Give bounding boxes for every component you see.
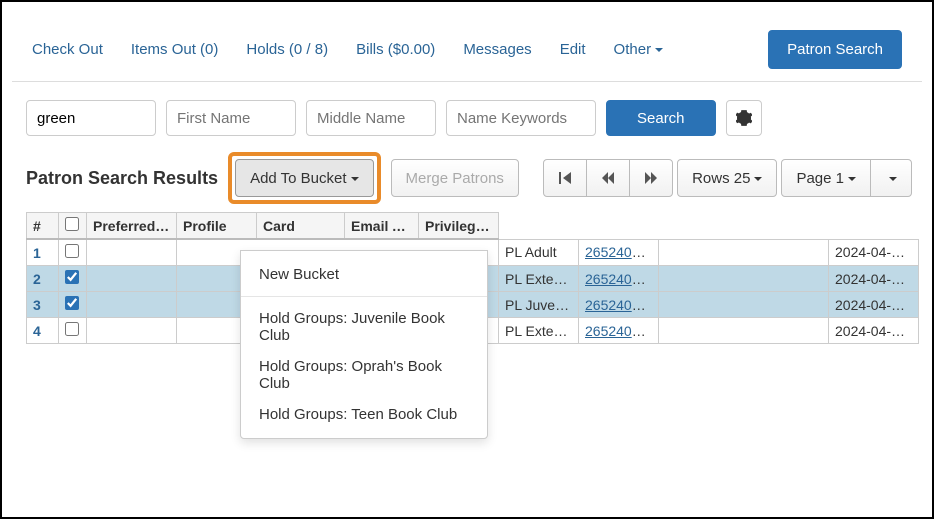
pager-first[interactable] — [543, 159, 587, 197]
topbar-nav: Check Out Items Out (0) Holds (0 / 8) Bi… — [32, 41, 768, 58]
nav-holds[interactable]: Holds (0 / 8) — [246, 41, 328, 58]
results-header: Patron Search Results Add To Bucket Merg… — [2, 146, 932, 204]
card-link[interactable]: 2652400… — [585, 323, 654, 339]
col-email[interactable]: Email Address — [345, 213, 419, 240]
search-button[interactable]: Search — [606, 100, 716, 136]
cell-privilege: 2024-04-… — [829, 318, 919, 344]
row-number: 3 — [27, 292, 59, 318]
cell-profile: PL Adult — [499, 239, 579, 266]
nav-messages[interactable]: Messages — [463, 41, 531, 58]
cell-email — [659, 318, 829, 344]
topbar: Check Out Items Out (0) Holds (0 / 8) Bi… — [12, 2, 922, 82]
nav-edit[interactable]: Edit — [560, 41, 586, 58]
card-link[interactable]: 2652400… — [585, 297, 654, 313]
row-select-cell[interactable] — [59, 239, 87, 266]
cell-pref-last — [87, 266, 177, 292]
page-dropdown[interactable]: Page 1 — [781, 159, 871, 197]
cell-privilege: 2024-04-… — [829, 266, 919, 292]
page-group: Page 1 — [781, 159, 912, 197]
add-to-bucket-button[interactable]: Add To Bucket — [235, 159, 373, 197]
row-number: 2 — [27, 266, 59, 292]
cell-pref-last — [87, 318, 177, 344]
chevron-down-icon — [885, 170, 897, 187]
pager: Rows 25 Page 1 — [543, 159, 912, 197]
row-select-checkbox[interactable] — [65, 296, 79, 310]
gear-icon — [736, 110, 752, 126]
menu-divider — [241, 296, 487, 297]
cell-privilege: 2024-04-… — [829, 292, 919, 318]
cell-email — [659, 239, 829, 266]
cell-card: 2652400… — [579, 266, 659, 292]
patron-search-button[interactable]: Patron Search — [768, 30, 902, 69]
menu-hold-group-teen[interactable]: Hold Groups: Teen Book Club — [241, 399, 487, 430]
app-frame: Check Out Items Out (0) Holds (0 / 8) Bi… — [0, 0, 934, 519]
merge-patrons-button[interactable]: Merge Patrons — [391, 159, 519, 197]
row-select-cell[interactable] — [59, 266, 87, 292]
card-link[interactable]: 2652400… — [585, 244, 654, 260]
pager-next[interactable] — [629, 159, 673, 197]
cell-pref-last — [87, 292, 177, 318]
cell-email — [659, 292, 829, 318]
col-pref-last[interactable]: Preferred La — [87, 213, 177, 240]
select-all-checkbox[interactable] — [65, 217, 79, 231]
row-select-cell[interactable] — [59, 292, 87, 318]
middle-name-input[interactable] — [306, 100, 436, 136]
cell-pref-last — [87, 239, 177, 266]
menu-hold-group-juvenile[interactable]: Hold Groups: Juvenile Book Club — [241, 303, 487, 351]
row-select-cell[interactable] — [59, 318, 87, 344]
row-select-checkbox[interactable] — [65, 270, 79, 284]
col-num[interactable]: # — [27, 213, 59, 240]
cell-card: 2652400… — [579, 239, 659, 266]
name-keywords-input[interactable] — [446, 100, 596, 136]
nav-items-out[interactable]: Items Out (0) — [131, 41, 219, 58]
nav-check-out[interactable]: Check Out — [32, 41, 103, 58]
row-number: 1 — [27, 239, 59, 266]
cell-profile: PL Exten… — [499, 266, 579, 292]
menu-hold-group-oprah[interactable]: Hold Groups: Oprah's Book Club — [241, 351, 487, 399]
chevron-down-icon — [844, 170, 856, 187]
page-extra-dropdown[interactable] — [870, 159, 912, 197]
col-card[interactable]: Card — [257, 213, 345, 240]
first-icon — [558, 171, 572, 185]
col-select-all[interactable] — [59, 213, 87, 240]
pager-nav — [543, 159, 673, 197]
results-title: Patron Search Results — [26, 168, 218, 189]
row-select-checkbox[interactable] — [65, 244, 79, 258]
cell-privilege: 2024-04-… — [829, 239, 919, 266]
first-name-input[interactable] — [166, 100, 296, 136]
col-profile[interactable]: Profile — [177, 213, 257, 240]
nav-other[interactable]: Other — [614, 41, 664, 58]
cell-card: 2652400… — [579, 292, 659, 318]
row-select-checkbox[interactable] — [65, 322, 79, 336]
col-priv[interactable]: Privilege Ex — [419, 213, 499, 240]
pager-prev[interactable] — [586, 159, 630, 197]
cell-email — [659, 266, 829, 292]
rows-dropdown[interactable]: Rows 25 — [677, 159, 777, 197]
next-icon — [644, 171, 658, 185]
chevron-down-icon — [750, 170, 762, 187]
table-header-row: # Preferred La Preferred F Home First La… — [27, 213, 919, 240]
search-row: Search — [2, 82, 932, 146]
chevron-down-icon — [347, 170, 359, 187]
settings-button[interactable] — [726, 100, 762, 136]
nav-bills[interactable]: Bills ($0.00) — [356, 41, 435, 58]
cell-profile: PL Juveni… — [499, 292, 579, 318]
menu-new-bucket[interactable]: New Bucket — [241, 259, 487, 290]
prev-icon — [601, 171, 615, 185]
row-number: 4 — [27, 318, 59, 344]
last-name-input[interactable] — [26, 100, 156, 136]
add-to-bucket-highlight: Add To Bucket — [228, 152, 380, 204]
cell-card: 2652400… — [579, 318, 659, 344]
chevron-down-icon — [651, 41, 663, 58]
add-to-bucket-menu: New Bucket Hold Groups: Juvenile Book Cl… — [240, 250, 488, 439]
cell-profile: PL Exten… — [499, 318, 579, 344]
card-link[interactable]: 2652400… — [585, 271, 654, 287]
